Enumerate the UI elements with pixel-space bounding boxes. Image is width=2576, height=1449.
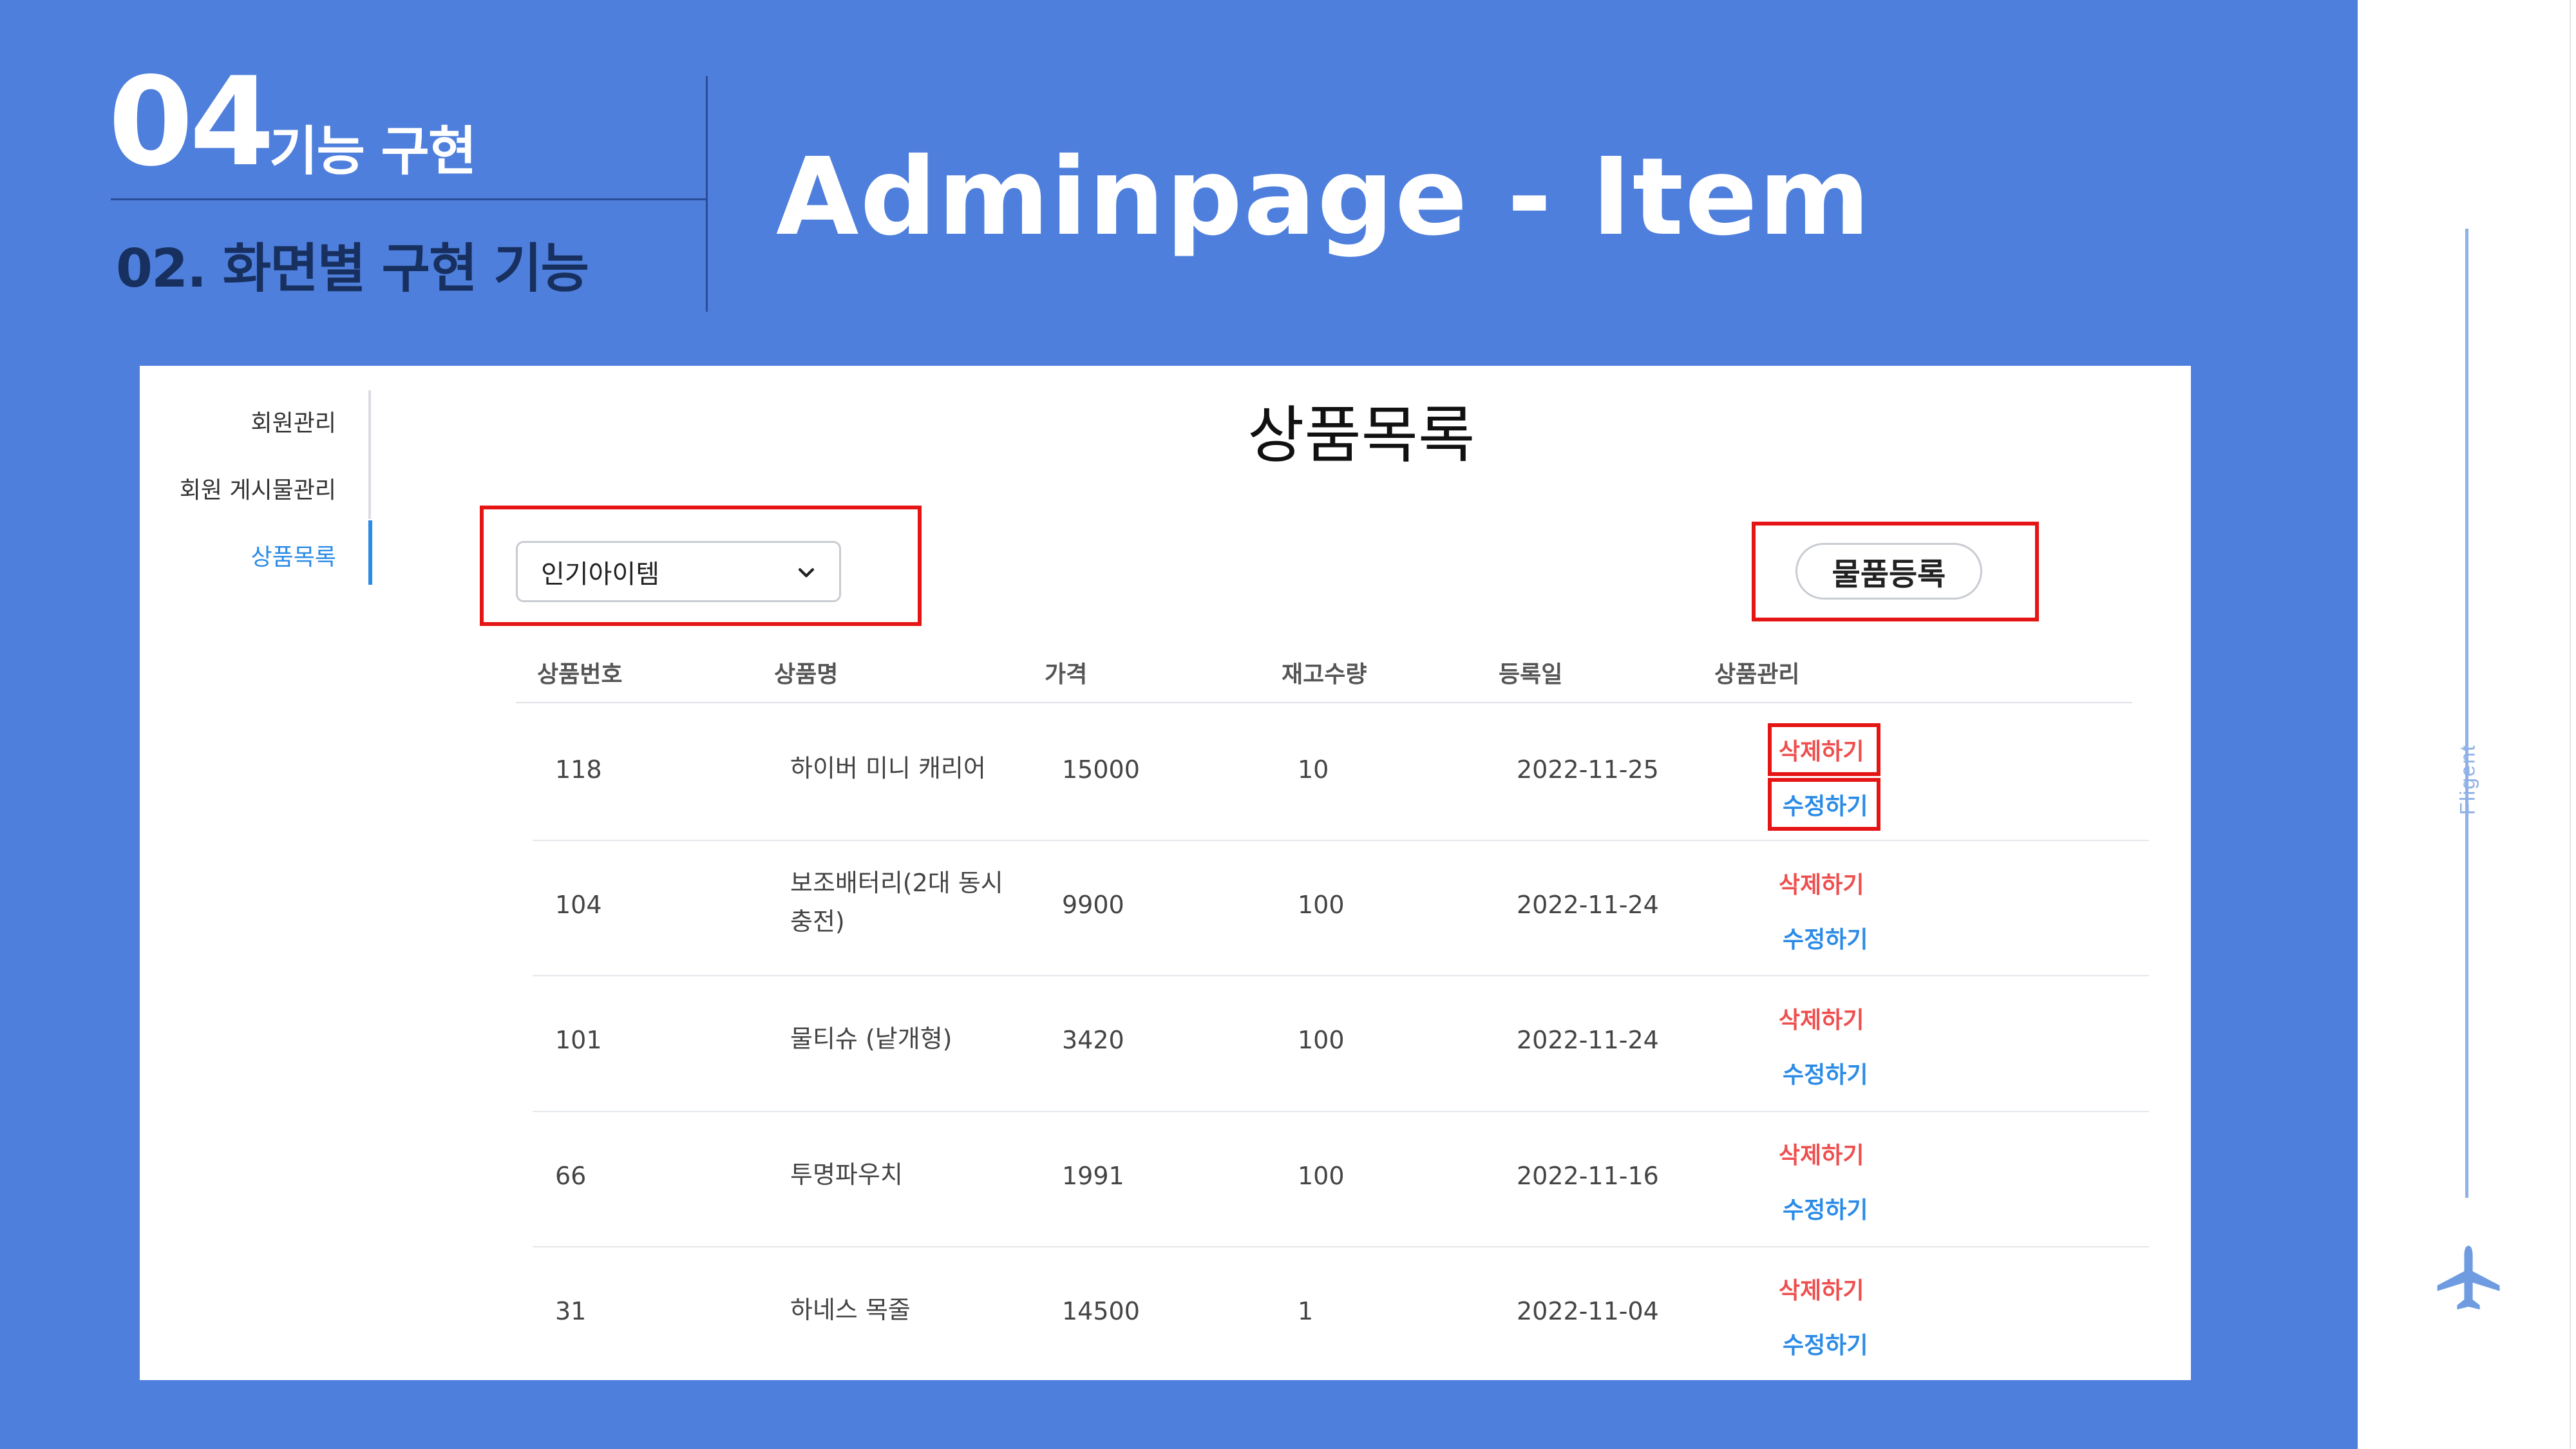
- table-row-price: 1991: [1062, 1162, 1124, 1190]
- table-row-price: 15000: [1062, 755, 1140, 784]
- delete-link[interactable]: 삭제하기: [1779, 866, 1864, 900]
- sidebar-active-indicator: [368, 520, 372, 585]
- table-row-date: 2022-11-24: [1517, 891, 1659, 919]
- sidebar-item-member-posts[interactable]: 회원 게시물관리: [140, 471, 372, 505]
- admin-screenshot: 회원관리 회원 게시물관리 상품목록 상품목록 인기아이템 물품등록 상품번호 …: [140, 366, 2191, 1380]
- table-row-rule: [533, 975, 2149, 976]
- sidebar-item-members[interactable]: 회원관리: [140, 404, 372, 438]
- table-row-name: 보조배터리(2대 동시 충전): [790, 869, 1003, 936]
- column-header-price: 가격: [1045, 661, 1088, 688]
- heading-divider: [706, 76, 708, 312]
- admin-sidebar: 회원관리 회원 게시물관리 상품목록: [140, 366, 372, 598]
- table-row-date: 2022-11-24: [1517, 1026, 1659, 1054]
- table-row-rule: [533, 1246, 2149, 1247]
- table-row-date: 2022-11-25: [1517, 755, 1659, 784]
- section-rule: [111, 198, 706, 200]
- table-row-stock: 1: [1298, 1297, 1314, 1325]
- section-number: 04: [108, 51, 274, 193]
- table-row-name: 물티슈 (낱개형): [790, 1025, 952, 1053]
- delete-link[interactable]: 삭제하기: [1779, 733, 1864, 766]
- table-row-price: 14500: [1062, 1297, 1140, 1325]
- edit-link[interactable]: 수정하기: [1783, 1191, 1868, 1225]
- table-row-date: 2022-11-04: [1517, 1297, 1659, 1325]
- table-row-price: 9900: [1062, 891, 1124, 919]
- table-row-date: 2022-11-16: [1517, 1162, 1659, 1190]
- table-row-id: 104: [555, 891, 602, 919]
- page-title: 상품목록: [1247, 399, 1475, 471]
- table-row-price: 3420: [1062, 1026, 1124, 1054]
- section-title: 기능 구현: [269, 121, 477, 182]
- subsection-title: 02. 화면별 구현 기능: [116, 238, 589, 299]
- table-row-stock: 100: [1298, 891, 1345, 919]
- table-header-rule: [516, 702, 2132, 703]
- column-header-stock: 재고수량: [1282, 661, 1367, 688]
- brand-label: Fligent: [2454, 728, 2482, 831]
- sidebar-border: [368, 390, 371, 519]
- table-row-stock: 10: [1298, 755, 1329, 784]
- table-row-id: 31: [555, 1297, 587, 1325]
- table-row-name: 하이버 미니 캐리어: [790, 754, 986, 782]
- edit-link[interactable]: 수정하기: [1783, 921, 1868, 954]
- column-header-date: 등록일: [1499, 661, 1563, 688]
- column-header-name: 상품명: [774, 661, 838, 688]
- delete-link[interactable]: 삭제하기: [1779, 1137, 1864, 1170]
- table-row-id: 101: [555, 1026, 602, 1054]
- edit-link[interactable]: 수정하기: [1783, 1056, 1868, 1090]
- category-select[interactable]: 인기아이템: [516, 541, 841, 602]
- table-row-id: 118: [555, 755, 602, 784]
- table-row-stock: 100: [1298, 1026, 1345, 1054]
- sidebar-item-products[interactable]: 상품목록: [140, 538, 372, 572]
- table-row-name: 하네스 목줄: [790, 1296, 911, 1324]
- delete-link[interactable]: 삭제하기: [1779, 1001, 1864, 1035]
- register-item-button[interactable]: 물품등록: [1795, 543, 1982, 600]
- column-header-manage: 상품관리: [1714, 661, 1800, 688]
- slide-edge-line: [2570, 0, 2571, 1449]
- delete-link[interactable]: 삭제하기: [1779, 1272, 1864, 1305]
- table-row-stock: 100: [1298, 1162, 1345, 1190]
- slide-title: Adminpage - Item: [776, 135, 1871, 260]
- airplane-icon: [2437, 1245, 2500, 1310]
- edit-link[interactable]: 수정하기: [1783, 788, 1868, 821]
- table-row-rule: [533, 1111, 2149, 1112]
- side-vertical-line: [2465, 229, 2468, 1198]
- table-row-rule: [533, 840, 2149, 841]
- chevron-down-icon: [798, 568, 815, 578]
- edit-link[interactable]: 수정하기: [1783, 1327, 1868, 1360]
- column-header-id: 상품번호: [537, 661, 623, 688]
- brand-text: Fligent: [2456, 743, 2479, 815]
- table-row-name: 투명파우치: [790, 1160, 903, 1189]
- table-row-id: 66: [555, 1162, 587, 1190]
- category-select-value: 인기아이템: [541, 559, 659, 589]
